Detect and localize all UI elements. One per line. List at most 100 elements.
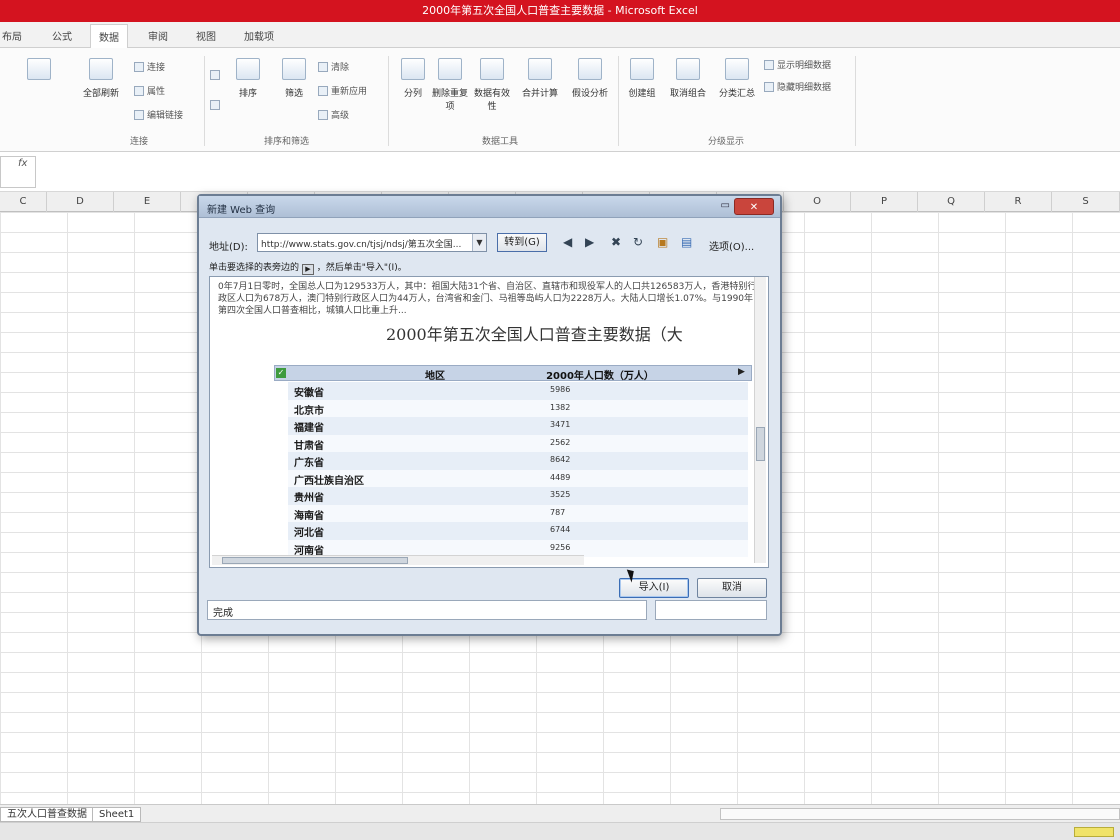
table-header-row: 地区 2000年人口数（万人） (274, 365, 752, 382)
sort-button[interactable]: 排序 (228, 58, 268, 99)
existing-connections-button[interactable] (14, 58, 64, 86)
window-title: 2000年第五次全国人口普查主要数据 - Microsoft Excel (422, 4, 698, 17)
column-header[interactable]: P (851, 192, 918, 212)
sort-desc-button[interactable] (210, 100, 223, 111)
table-selected-check-icon[interactable]: ✓ (276, 368, 286, 378)
remove-duplicates-button[interactable]: 删除重复项 (432, 58, 468, 112)
page-intro-text: 0年7月1日零时，全国总人口为129533万人，其中：祖国大陆31个省、自治区、… (218, 282, 757, 316)
table-row: 甘肃省 2562 (288, 434, 748, 452)
clear-filter-button[interactable]: 清除 (318, 60, 349, 73)
column-header[interactable]: E (114, 192, 181, 212)
status-field: 完成 (207, 600, 647, 620)
vertical-scrollbar[interactable] (754, 277, 766, 563)
chevron-down-icon[interactable]: ▼ (472, 234, 486, 251)
select-table-arrow-icon[interactable]: ▶ (738, 367, 750, 379)
refresh-icon[interactable]: ↻ (633, 235, 643, 249)
stop-icon[interactable]: ✖ (611, 235, 621, 249)
back-icon[interactable]: ◀ (563, 235, 572, 249)
database-icon (27, 58, 51, 80)
sheet-tab-census[interactable]: 五次人口普查数据 (0, 807, 94, 822)
subtotal-button[interactable]: 分类汇总 (714, 58, 760, 99)
tab-layout[interactable]: 布局 (2, 28, 22, 43)
column-header[interactable]: S (1052, 192, 1120, 212)
connections-button[interactable]: 连接 (134, 60, 165, 73)
group-label-data-tools: 数据工具 (482, 137, 519, 147)
sheet-tab-sheet1[interactable]: Sheet1 (92, 807, 142, 822)
window-title-bar: 2000年第五次全国人口普查主要数据 - Microsoft Excel (0, 0, 1120, 22)
ungroup-icon (676, 58, 700, 80)
table-body: 安徽省 5986 北京市 1382 福建省 3471 甘肃省 2562 广东省 8642 … (288, 382, 748, 557)
refresh-icon (89, 58, 113, 80)
text-to-columns-button[interactable]: 分列 (396, 58, 430, 99)
properties-button[interactable]: 属性 (134, 84, 165, 97)
sort-icon (236, 58, 260, 80)
fx-icon[interactable]: fx (18, 158, 27, 169)
advanced-icon (318, 110, 328, 120)
table-row: 广西壮族自治区 4489 (288, 469, 748, 487)
progress-field (655, 600, 767, 620)
options-button[interactable]: 选项(O)... (709, 238, 754, 253)
address-input[interactable]: http://www.stats.gov.cn/tjsj/ndsj/第五次全国.… (257, 233, 487, 252)
filter-icon (282, 58, 306, 80)
edit-links-button[interactable]: 编辑链接 (134, 108, 183, 121)
link-icon (134, 62, 144, 72)
filter-button[interactable]: 筛选 (274, 58, 314, 99)
group-label-connections: 连接 (130, 137, 149, 147)
columns-icon (401, 58, 425, 80)
hide-detail-button[interactable]: 隐藏明细数据 (764, 80, 831, 93)
scroll-thumb[interactable] (756, 427, 765, 461)
status-bar (0, 822, 1120, 840)
close-button[interactable]: ✕ (734, 198, 774, 215)
horizontal-scrollbar[interactable] (212, 555, 584, 565)
advanced-filter-button[interactable]: 高级 (318, 108, 349, 121)
import-button[interactable]: 导入(I) (619, 578, 689, 598)
go-button[interactable]: 转到(G) (497, 233, 547, 252)
plus-icon (764, 60, 774, 70)
table-row: 河北省 6744 (288, 522, 748, 540)
scroll-thumb[interactable] (222, 557, 408, 564)
column-header-population: 2000年人口数（万人） (546, 371, 654, 382)
sort-asc-button[interactable] (210, 70, 223, 81)
tab-addins[interactable]: 加载项 (244, 28, 274, 43)
show-detail-button[interactable]: 显示明细数据 (764, 58, 831, 71)
properties-icon (134, 86, 144, 96)
reapply-button[interactable]: 重新应用 (318, 84, 367, 97)
what-if-button[interactable]: 假设分析 (566, 58, 614, 99)
web-preview-pane[interactable]: 0年7月1日零时，全国总人口为129533万人，其中：祖国大陆31个省、自治区、… (209, 276, 769, 568)
ungroup-button[interactable]: 取消组合 (664, 58, 712, 99)
cancel-button[interactable]: 取消 (697, 578, 767, 598)
tab-formulas[interactable]: 公式 (52, 28, 72, 43)
new-web-query-dialog: 新建 Web 查询 ▭ ✕ 地址(D): http://www.stats.go… (197, 194, 782, 636)
column-header-region: 地区 (425, 371, 445, 382)
instruction-text: 单击要选择的表旁边的 ▶ ，然后单击"导入"(I)。 (209, 263, 407, 275)
group-separator (618, 56, 619, 146)
column-header[interactable]: C (0, 192, 47, 212)
what-if-icon (578, 58, 602, 80)
tab-data[interactable]: 数据 (90, 24, 128, 48)
zoom-control[interactable] (1074, 827, 1114, 837)
consolidate-button[interactable]: 合并计算 (516, 58, 564, 99)
sort-asc-icon (210, 70, 220, 80)
table-row: 福建省 3471 (288, 417, 748, 435)
clear-icon (318, 62, 328, 72)
column-header[interactable]: D (47, 192, 114, 212)
forward-icon[interactable]: ▶ (585, 235, 594, 249)
horizontal-scrollbar[interactable] (720, 808, 1120, 820)
table-row: 贵州省 3525 (288, 487, 748, 505)
minus-icon (764, 82, 774, 92)
table-row: 海南省 787 (288, 504, 748, 522)
column-header[interactable]: O (784, 192, 851, 212)
column-header[interactable]: R (985, 192, 1052, 212)
group-button[interactable]: 创建组 (622, 58, 662, 99)
data-validation-button[interactable]: 数据有效性 (474, 58, 510, 112)
column-header[interactable]: Q (918, 192, 985, 212)
minimize-icon[interactable]: ▭ (721, 200, 730, 211)
hide-icons-icon[interactable]: ▣ (657, 235, 668, 249)
tab-view[interactable]: 视图 (196, 28, 216, 43)
dialog-title-bar[interactable]: 新建 Web 查询 ▭ ✕ (199, 196, 780, 218)
tab-review[interactable]: 审阅 (148, 28, 168, 43)
reapply-icon (318, 86, 328, 96)
save-query-icon[interactable]: ▤ (681, 235, 692, 249)
refresh-all-button[interactable]: 全部刷新 (76, 58, 126, 99)
address-value: http://www.stats.gov.cn/tjsj/ndsj/第五次全国.… (261, 240, 462, 250)
